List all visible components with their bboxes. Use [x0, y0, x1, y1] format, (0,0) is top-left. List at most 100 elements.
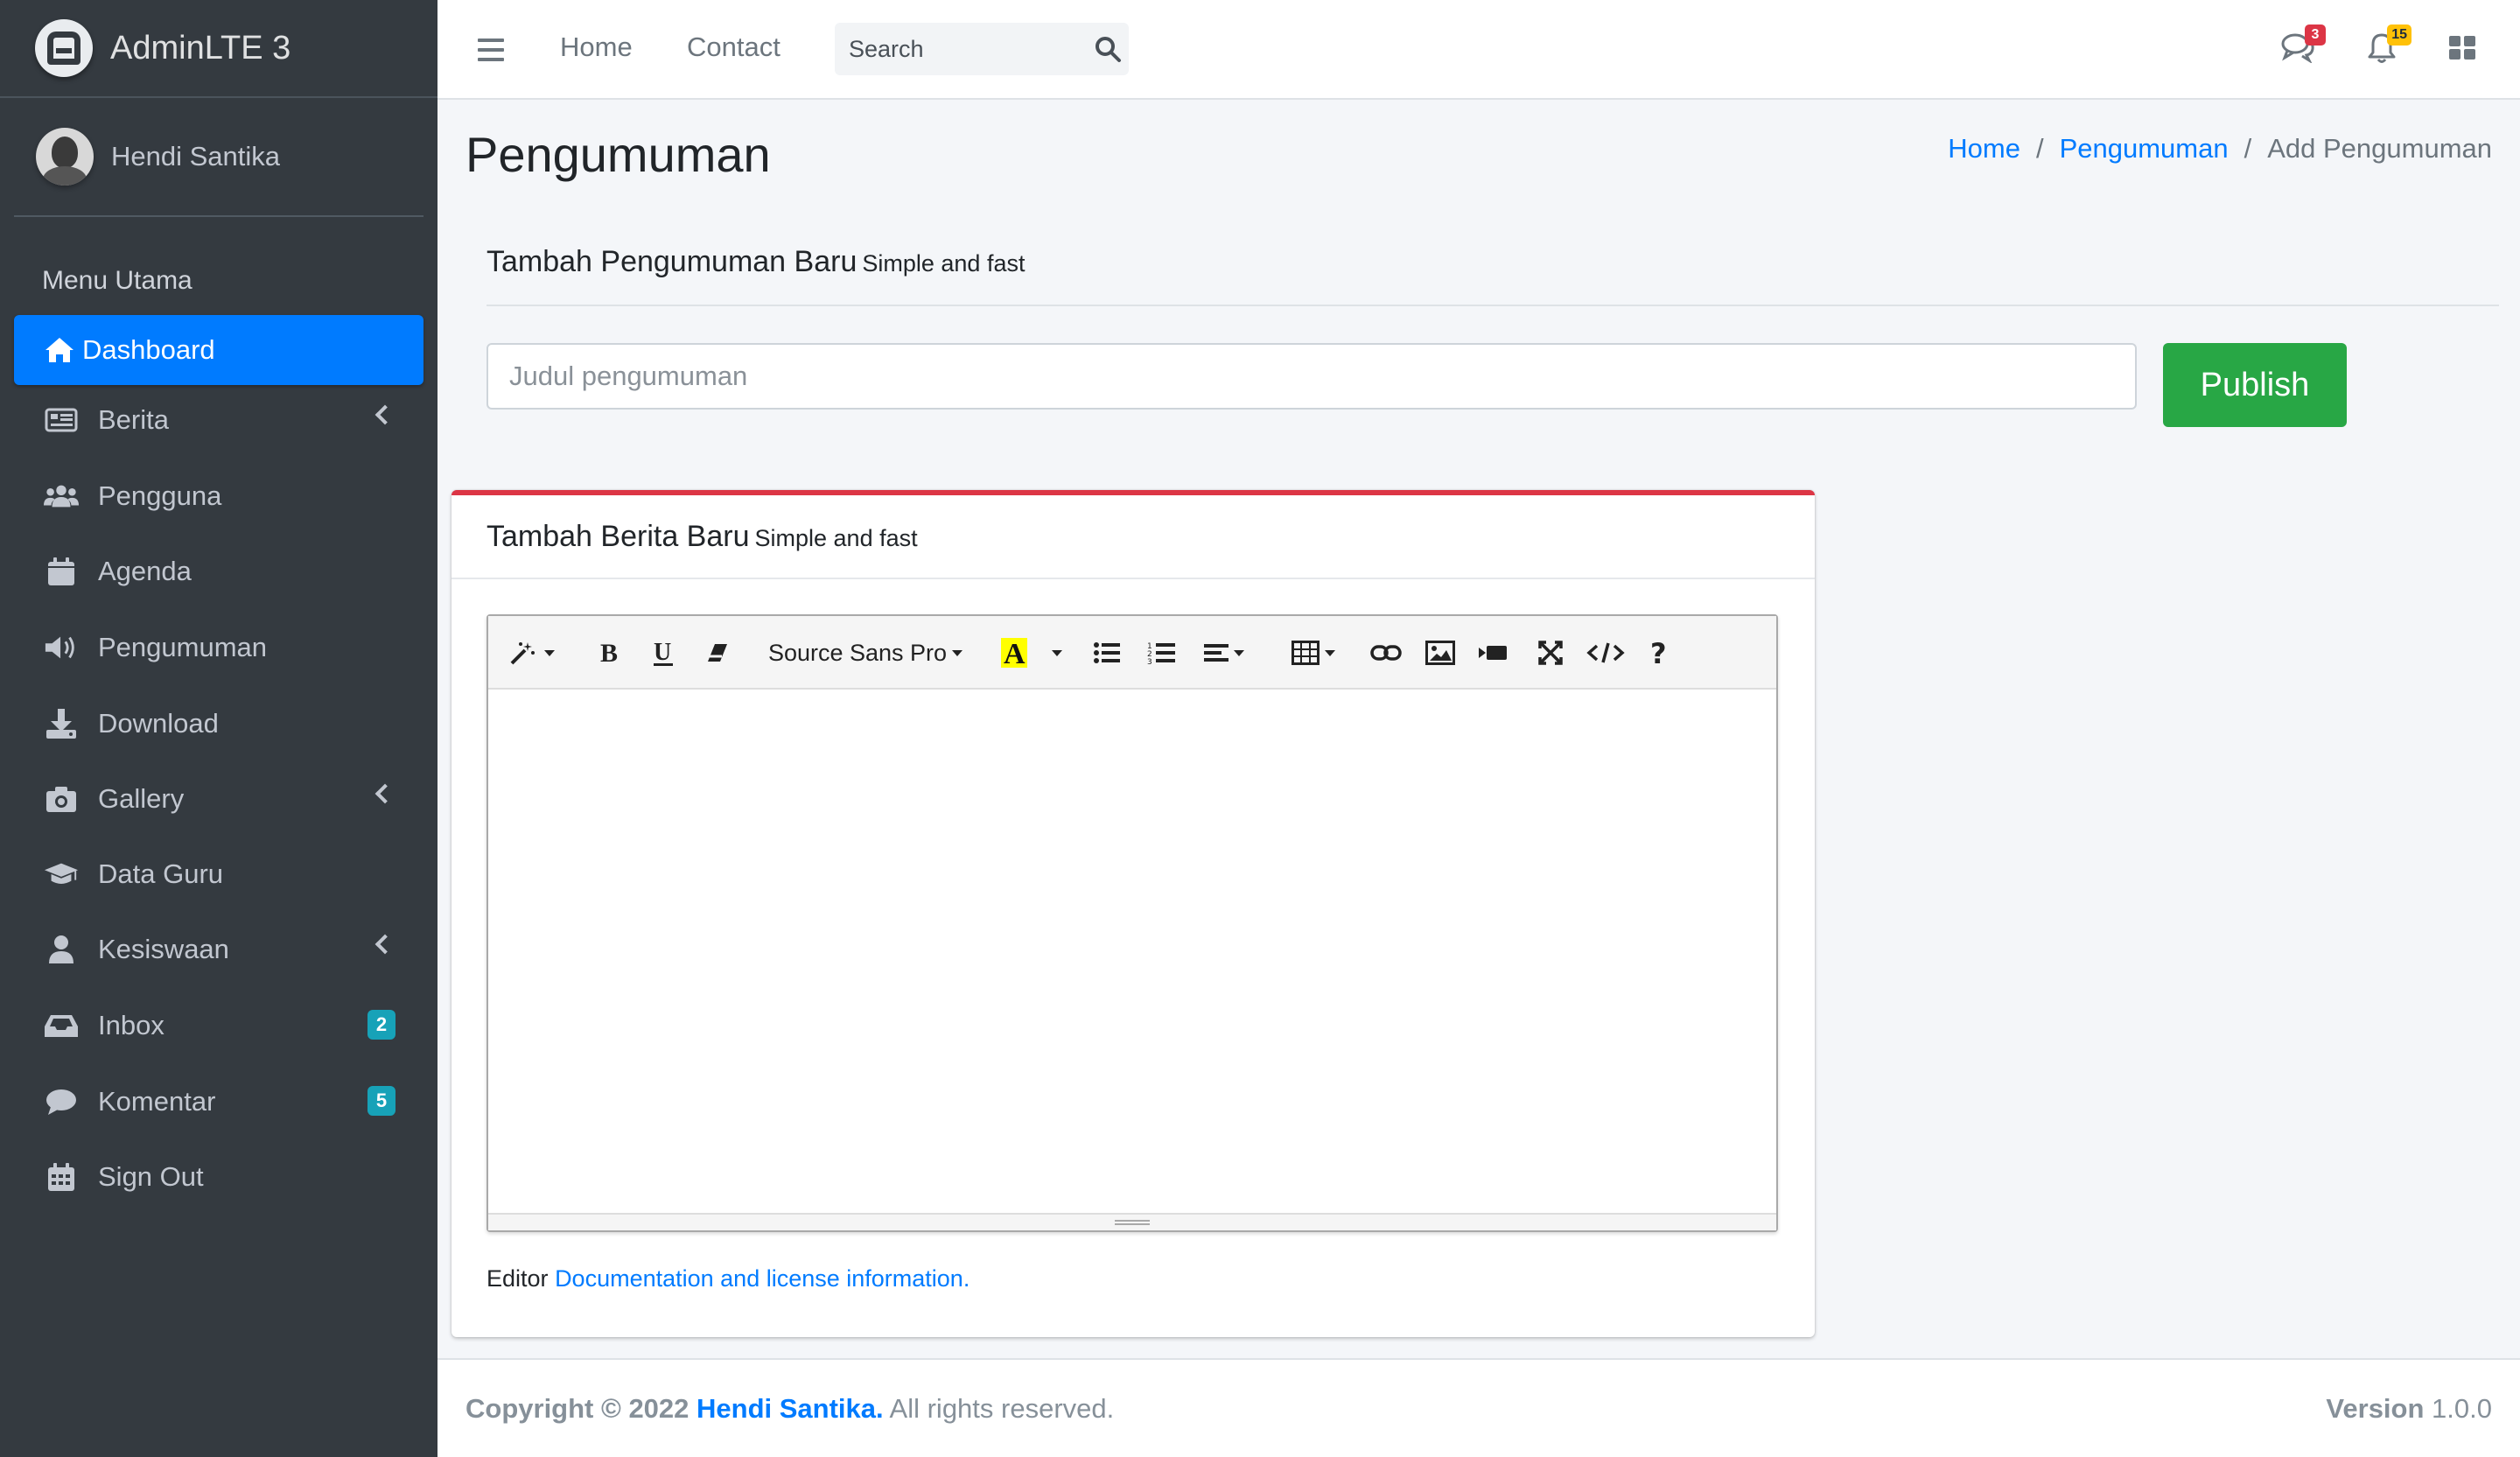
home-icon — [42, 333, 77, 368]
sidebar-item-label: Pengguna — [98, 480, 222, 511]
sidebar-item-pengguna[interactable]: Pengguna — [14, 461, 424, 531]
newspaper-icon — [44, 403, 79, 438]
editor-note: Editor Documentation and license informa… — [486, 1265, 970, 1292]
top-navbar: Home Contact 3 15 — [438, 0, 2520, 100]
code-view-icon[interactable] — [1582, 634, 1629, 672]
link-icon[interactable] — [1367, 634, 1405, 672]
chevron-left-icon — [374, 934, 396, 955]
apps-grid-icon[interactable] — [2446, 32, 2483, 68]
sidebar-item-sign-out[interactable]: Sign Out — [14, 1142, 424, 1212]
video-icon[interactable] — [1474, 634, 1512, 672]
brand-logo-icon — [35, 19, 93, 77]
nav-link-home[interactable]: Home — [560, 32, 633, 63]
svg-text:A: A — [1004, 638, 1026, 669]
svg-text:?: ? — [1650, 639, 1667, 667]
editor-content-area[interactable] — [488, 690, 1776, 1215]
comment-icon — [44, 1084, 79, 1119]
chevron-left-icon — [374, 783, 396, 804]
notifications-count-badge: 15 — [2387, 25, 2412, 46]
graduation-cap-icon — [44, 857, 79, 892]
footer-copyright: Copyright © 2022 Hendi Santika. All righ… — [466, 1393, 1114, 1425]
calendar-icon — [44, 554, 79, 589]
bold-icon[interactable]: B — [592, 634, 626, 672]
help-icon[interactable]: ? — [1642, 634, 1676, 672]
font-family-dropdown[interactable]: Source Sans Pro — [765, 634, 966, 672]
publish-button[interactable]: Publish — [2163, 343, 2347, 427]
breadcrumb-separator: / — [2035, 133, 2044, 164]
calendar-grid-icon — [44, 1159, 79, 1194]
brand-name: AdminLTE 3 — [110, 29, 291, 67]
sidebar-item-berita[interactable]: Berita — [14, 385, 424, 455]
sidebar-item-label: Data Guru — [98, 858, 224, 889]
copyright-text: Copyright © 2022 — [466, 1393, 690, 1424]
sidebar-item-label: Berita — [98, 404, 169, 435]
footer-author-link[interactable]: Hendi Santika. — [696, 1393, 884, 1424]
sidebar-item-label: Agenda — [98, 556, 192, 586]
unordered-list-icon[interactable] — [1088, 634, 1125, 672]
sidebar-item-kesiswaan[interactable]: Kesiswaan — [14, 914, 424, 984]
sidebar-item-dashboard[interactable]: Dashboard — [14, 315, 424, 385]
users-icon — [44, 479, 79, 514]
card-subtitle: Simple and fast — [754, 525, 918, 551]
editor-note-prefix: Editor — [486, 1265, 549, 1292]
user-name[interactable]: Hendi Santika — [111, 141, 280, 172]
breadcrumb-pengumuman[interactable]: Pengumuman — [2060, 133, 2229, 165]
rights-text: All rights reserved. — [889, 1393, 1115, 1424]
search-icon[interactable] — [1094, 35, 1122, 63]
footer-version: Version 1.0.0 — [2326, 1393, 2492, 1425]
svg-text:U: U — [654, 639, 671, 666]
messages-count-badge: 3 — [2305, 25, 2326, 46]
image-icon[interactable] — [1421, 634, 1460, 672]
sidebar-item-label: Sign Out — [98, 1161, 204, 1192]
inbox-icon — [44, 1008, 79, 1043]
user-icon — [44, 932, 79, 967]
sidebar-item-pengumuman[interactable]: Pengumuman — [14, 613, 424, 683]
sidebar-item-download[interactable]: Download — [14, 689, 424, 759]
nav-link-contact[interactable]: Contact — [687, 32, 780, 63]
sidebar-item-data-guru[interactable]: Data Guru — [14, 839, 424, 909]
avatar[interactable] — [36, 128, 94, 186]
section-title: Tambah Pengumuman Baru — [486, 245, 858, 278]
fullscreen-icon[interactable] — [1531, 634, 1570, 672]
version-number: 1.0.0 — [2432, 1393, 2492, 1424]
notifications-bell-icon[interactable]: 15 — [2366, 25, 2412, 68]
camera-icon — [44, 781, 79, 816]
breadcrumb-home[interactable]: Home — [1948, 133, 2020, 165]
paragraph-align-icon[interactable] — [1197, 634, 1251, 672]
sidebar-item-komentar[interactable]: Komentar 5 — [14, 1067, 424, 1137]
editor-docs-link[interactable]: Documentation and license information. — [555, 1265, 970, 1292]
breadcrumb-current: Add Pengumuman — [2267, 133, 2492, 164]
news-editor-card: Tambah Berita Baru Simple and fast B U So… — [452, 490, 1815, 1337]
sidebar-item-label: Gallery — [98, 783, 185, 814]
eraser-icon[interactable] — [700, 634, 735, 672]
sidebar-item-inbox[interactable]: Inbox 2 — [14, 991, 424, 1061]
editor-resize-handle[interactable] — [488, 1213, 1776, 1230]
sidebar-item-gallery[interactable]: Gallery — [14, 764, 424, 834]
table-icon[interactable] — [1286, 634, 1340, 672]
breadcrumb-separator: / — [2244, 133, 2252, 164]
color-dropdown-icon[interactable] — [1041, 634, 1068, 672]
messages-icon[interactable]: 3 — [2280, 25, 2326, 68]
sidebar-item-label: Dashboard — [82, 334, 215, 365]
brand-link[interactable]: AdminLTE 3 — [0, 0, 438, 98]
main-footer: Copyright © 2022 Hendi Santika. All righ… — [438, 1358, 2520, 1457]
sidebar-item-label: Pengumuman — [98, 632, 268, 662]
magic-style-icon[interactable] — [506, 634, 558, 672]
rich-text-editor: B U Source Sans Pro A 1 2 3 ? — [486, 614, 1778, 1232]
breadcrumb: Home / Pengumuman / Add Pengumuman — [1948, 133, 2492, 165]
sidebar-item-label: Inbox — [98, 1010, 164, 1040]
sidebar-item-agenda[interactable]: Agenda — [14, 536, 424, 606]
announcement-title-input[interactable] — [486, 343, 2137, 410]
font-family-label: Source Sans Pro — [767, 639, 948, 666]
inbox-count-badge: 2 — [368, 1010, 396, 1040]
sidebar-item-label: Download — [98, 708, 219, 739]
card-title: Tambah Berita Baru — [486, 520, 750, 553]
user-panel: Hendi Santika — [14, 98, 424, 217]
card-header: Tambah Berita Baru Simple and fast — [452, 495, 1815, 579]
hamburger-menu-icon[interactable] — [478, 39, 504, 61]
underline-icon[interactable]: U — [646, 634, 681, 672]
comment-count-badge: 5 — [368, 1086, 396, 1116]
ordered-list-icon[interactable]: 123 — [1143, 634, 1180, 672]
text-color-icon[interactable]: A — [992, 634, 1036, 672]
search-input[interactable] — [835, 23, 1129, 75]
